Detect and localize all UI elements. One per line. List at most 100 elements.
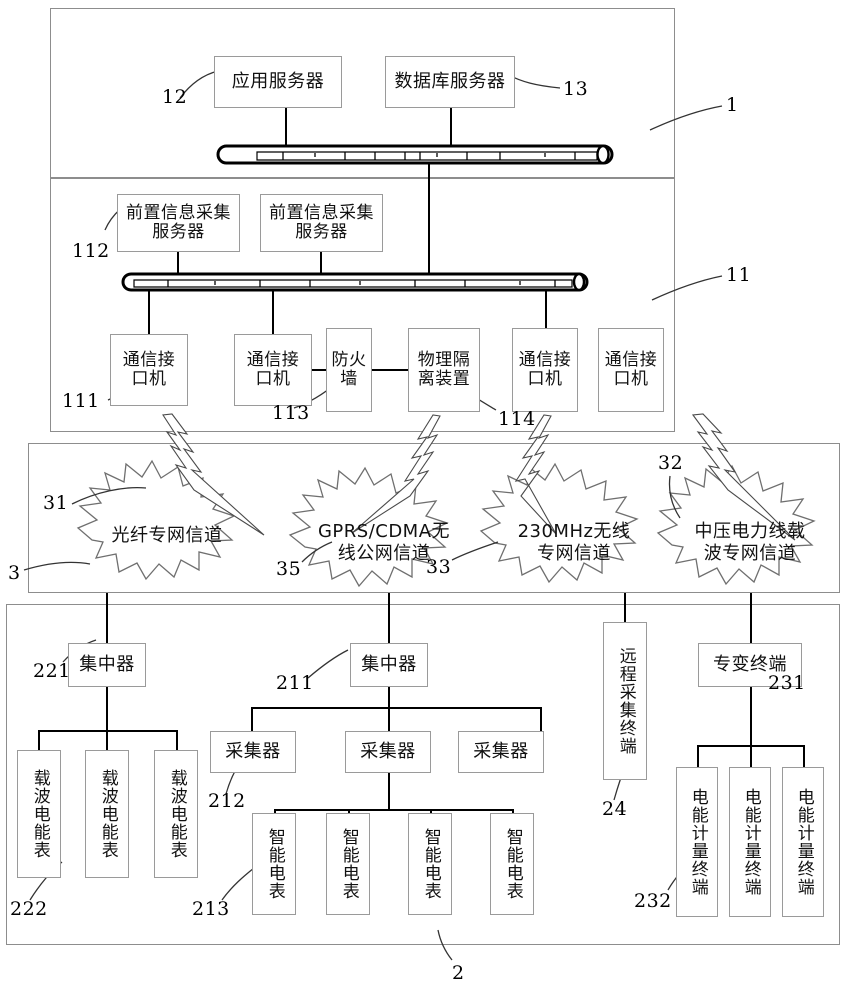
ref-numeral-13: 13 <box>563 78 589 100</box>
node-concentrator-a-label: 集中器 <box>79 653 135 675</box>
node-metering-terminal-3[interactable]: 电能计量终端 <box>782 767 824 917</box>
ref-numeral-2: 2 <box>452 962 465 984</box>
node-concentrator-b-label: 集中器 <box>361 653 417 675</box>
node-smart-meter-4-label: 智能电表 <box>502 828 523 900</box>
channel-31-text: 光纤专网信道 <box>111 524 223 546</box>
node-smart-meter-3[interactable]: 智能电表 <box>408 813 452 915</box>
ref-numeral-24: 24 <box>602 798 628 820</box>
ref-numeral-114: 114 <box>498 408 536 430</box>
network-bus-front-acquisition <box>121 272 589 292</box>
node-smart-meter-2[interactable]: 智能电表 <box>326 813 370 915</box>
channel-label-33: 230MHz无线 专网信道 <box>496 498 652 566</box>
node-remote-terminal-label: 远程采集终端 <box>615 647 636 755</box>
node-firewall-label: 防火墙 <box>331 349 367 389</box>
node-comm-interface-2-label: 通信接口机 <box>246 349 300 389</box>
ref-numeral-212: 212 <box>208 790 246 812</box>
node-collector-3-label: 采集器 <box>473 740 529 762</box>
link-special-terminal-stem <box>750 687 752 747</box>
node-front-server-1-label: 前置信息采集服务器 <box>126 202 231 242</box>
node-comm-interface-1[interactable]: 通信接口机 <box>110 334 188 406</box>
channel-33-text: 230MHz无线 专网信道 <box>517 520 631 565</box>
node-carrier-meter-3-label: 载波电能表 <box>166 769 187 859</box>
link-channel-to-concentrator-a <box>106 593 108 643</box>
node-concentrator-a[interactable]: 集中器 <box>68 643 146 687</box>
ref-numeral-211: 211 <box>276 672 314 694</box>
ref-numeral-111: 111 <box>62 390 100 412</box>
ref-numeral-221: 221 <box>33 660 71 682</box>
node-collector-1[interactable]: 采集器 <box>210 731 296 773</box>
node-smart-meter-2-label: 智能电表 <box>338 828 359 900</box>
node-carrier-meter-1-label: 载波电能表 <box>29 769 50 859</box>
node-front-server-2-label: 前置信息采集服务器 <box>269 202 374 242</box>
node-carrier-meter-3[interactable]: 载波电能表 <box>154 750 198 878</box>
node-app-server-label: 应用服务器 <box>231 70 325 92</box>
node-smart-meter-4[interactable]: 智能电表 <box>490 813 534 915</box>
patent-figure-canvas: 应用服务器 数据库服务器 前置信息采集服务器 前置信息采集服务器 通信接口机 通… <box>0 0 847 1000</box>
ref-numeral-213: 213 <box>192 898 230 920</box>
link-smart-meter-bar <box>274 809 514 811</box>
node-metering-terminal-1-label: 电能计量终端 <box>687 788 708 896</box>
node-front-server-1[interactable]: 前置信息采集服务器 <box>117 194 240 252</box>
ref-numeral-31: 31 <box>43 492 69 514</box>
ref-numeral-231: 231 <box>768 672 806 694</box>
ref-numeral-35: 35 <box>276 558 302 580</box>
link-concentrator-a-stem <box>106 687 108 732</box>
node-comm-interface-3[interactable]: 通信接口机 <box>512 328 578 412</box>
link-comm-iface-2-to-firewall <box>312 369 326 371</box>
ref-numeral-32: 32 <box>658 452 684 474</box>
link-concentrator-b-bar <box>251 707 541 709</box>
ref-numeral-112: 112 <box>72 240 110 262</box>
link-carrier-meter-3-drop <box>176 730 178 752</box>
node-metering-terminal-1[interactable]: 电能计量终端 <box>676 767 718 917</box>
node-smart-meter-1[interactable]: 智能电表 <box>252 813 296 915</box>
link-channel-to-remote-terminal <box>624 593 626 622</box>
link-channel-to-special-terminal <box>750 593 752 643</box>
node-comm-interface-1-label: 通信接口机 <box>122 349 176 389</box>
link-metering-terminal-2-drop <box>750 745 752 769</box>
link-collector-2-drop <box>388 707 390 731</box>
link-collector-1-drop <box>251 707 253 731</box>
node-db-server[interactable]: 数据库服务器 <box>385 56 515 108</box>
node-carrier-meter-1[interactable]: 载波电能表 <box>17 750 61 878</box>
ref-numeral-222: 222 <box>10 898 48 920</box>
node-collector-1-label: 采集器 <box>225 740 281 762</box>
link-channel-to-concentrator-b <box>388 593 390 643</box>
node-collector-2-label: 采集器 <box>360 740 416 762</box>
node-metering-terminal-3-label: 电能计量终端 <box>793 788 814 896</box>
node-physical-isolation-label: 物理隔离装置 <box>417 349 471 389</box>
channel-label-32: 中压电力线载 波专网信道 <box>672 498 828 566</box>
node-front-server-2[interactable]: 前置信息采集服务器 <box>260 194 383 252</box>
node-firewall[interactable]: 防火墙 <box>326 328 372 412</box>
link-concentrator-a-bar <box>38 730 178 732</box>
node-db-server-label: 数据库服务器 <box>394 70 506 92</box>
link-carrier-meter-2-drop <box>106 730 108 752</box>
node-concentrator-b[interactable]: 集中器 <box>350 643 428 687</box>
ref-numeral-113: 113 <box>272 402 310 424</box>
node-collector-2[interactable]: 采集器 <box>345 731 431 773</box>
ref-numeral-12: 12 <box>162 86 188 108</box>
node-metering-terminal-2[interactable]: 电能计量终端 <box>729 767 771 917</box>
channel-32-text: 中压电力线载 波专网信道 <box>694 520 806 565</box>
node-comm-interface-4-label: 通信接口机 <box>604 349 658 389</box>
node-carrier-meter-2[interactable]: 载波电能表 <box>85 750 129 878</box>
link-metering-terminal-1-drop <box>697 745 699 769</box>
node-collector-3[interactable]: 采集器 <box>458 731 544 773</box>
node-comm-interface-4[interactable]: 通信接口机 <box>598 328 664 412</box>
node-comm-interface-3-label: 通信接口机 <box>518 349 572 389</box>
node-physical-isolation[interactable]: 物理隔离装置 <box>408 328 480 412</box>
node-smart-meter-1-label: 智能电表 <box>264 828 285 900</box>
link-carrier-meter-1-drop <box>38 730 40 752</box>
link-collector-2-stem <box>388 773 390 811</box>
ref-numeral-1: 1 <box>726 94 739 116</box>
ref-numeral-33: 33 <box>426 556 452 578</box>
node-comm-interface-2[interactable]: 通信接口机 <box>234 334 312 406</box>
node-metering-terminal-2-label: 电能计量终端 <box>740 788 761 896</box>
node-app-server[interactable]: 应用服务器 <box>214 56 342 108</box>
link-metering-terminal-3-drop <box>803 745 805 769</box>
link-firewall-to-isolation <box>372 369 408 371</box>
channel-label-31: 光纤专网信道 <box>92 502 242 547</box>
network-bus-main-station <box>216 144 614 165</box>
link-collector-3-drop <box>540 707 542 731</box>
node-remote-terminal[interactable]: 远程采集终端 <box>603 622 647 780</box>
node-smart-meter-3-label: 智能电表 <box>420 828 441 900</box>
